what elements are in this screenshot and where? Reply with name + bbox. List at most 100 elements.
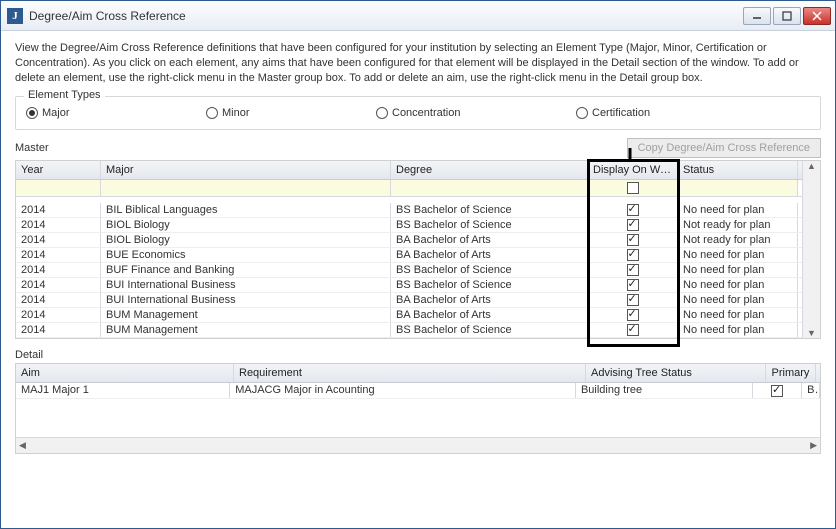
cell-display[interactable] — [588, 263, 678, 277]
cell-degree: BA Bachelor of Arts — [391, 293, 588, 307]
col-major[interactable]: Major — [101, 161, 391, 179]
element-types-group: Element Types Major Minor Concentration … — [15, 96, 821, 130]
cell-status: No need for plan — [678, 248, 798, 262]
scroll-left-icon[interactable]: ◀ — [19, 440, 26, 451]
cell-display[interactable] — [588, 323, 678, 337]
radio-minor[interactable]: Minor — [206, 107, 376, 119]
titlebar: J Degree/Aim Cross Reference — [1, 1, 835, 31]
table-row[interactable]: 2014BIL Biblical LanguagesBS Bachelor of… — [16, 203, 820, 218]
intro-text: View the Degree/Aim Cross Reference defi… — [15, 41, 821, 86]
table-row[interactable]: 2014BUI International BusinessBA Bachelo… — [16, 293, 820, 308]
checkbox-icon — [627, 249, 639, 261]
filter-display[interactable] — [588, 180, 678, 196]
scroll-right-icon[interactable]: ▶ — [810, 440, 817, 451]
cell-degree: BS Bachelor of Science — [391, 203, 588, 217]
cell-display[interactable] — [588, 233, 678, 247]
col-aim[interactable]: Aim — [16, 364, 234, 382]
master-grid-filter — [16, 180, 820, 197]
col-primary[interactable]: Primary — [766, 364, 816, 382]
cell-status: No need for plan — [678, 323, 798, 337]
cell-aim: MAJ1 Major 1 — [16, 383, 230, 397]
checkbox-icon — [627, 234, 639, 246]
cell-year: 2014 — [16, 233, 101, 247]
cell-major: BUE Economics — [101, 248, 391, 262]
cell-major: BUF Finance and Banking — [101, 263, 391, 277]
table-row[interactable]: 2014BIOL BiologyBA Bachelor of ArtsNot r… — [16, 233, 820, 248]
close-button[interactable] — [803, 7, 831, 25]
detail-row[interactable]: MAJ1 Major 1 MAJACG Major in Acounting B… — [16, 383, 820, 398]
col-advising[interactable]: Advising Tree Status — [586, 364, 766, 382]
app-icon: J — [7, 8, 23, 24]
cell-extra: BU — [802, 383, 820, 397]
cell-degree: BS Bachelor of Science — [391, 323, 588, 337]
cell-major: BUM Management — [101, 308, 391, 322]
vertical-scrollbar[interactable]: ▲ ▼ — [802, 161, 820, 339]
master-grid: Year Major Degree Display On Web Status … — [15, 160, 821, 340]
cell-requirement: MAJACG Major in Acounting — [230, 383, 576, 397]
col-requirement[interactable]: Requirement — [234, 364, 586, 382]
filter-degree[interactable] — [391, 180, 588, 196]
cell-display[interactable] — [588, 308, 678, 322]
cell-year: 2014 — [16, 248, 101, 262]
radio-certification[interactable]: Certification — [576, 107, 650, 119]
cell-year: 2014 — [16, 278, 101, 292]
cell-year: 2014 — [16, 203, 101, 217]
radio-icon — [376, 107, 388, 119]
table-row[interactable]: 2014BUF Finance and BankingBS Bachelor o… — [16, 263, 820, 278]
cell-degree: BS Bachelor of Science — [391, 218, 588, 232]
checkbox-icon — [627, 294, 639, 306]
cell-display[interactable] — [588, 278, 678, 292]
scroll-down-icon[interactable]: ▼ — [807, 328, 816, 338]
table-row[interactable]: 2014BUI International BusinessBS Bachelo… — [16, 278, 820, 293]
table-row[interactable]: 2014BUE EconomicsBA Bachelor of Arts No n… — [16, 248, 820, 263]
window-title: Degree/Aim Cross Reference — [29, 9, 743, 23]
cell-advising: Building tree — [576, 383, 753, 397]
checkbox-icon[interactable] — [627, 182, 639, 194]
radio-concentration[interactable]: Concentration — [376, 107, 576, 119]
element-types-legend: Element Types — [24, 89, 105, 101]
cell-status: No need for plan — [678, 293, 798, 307]
col-display-on-web[interactable]: Display On Web — [588, 161, 678, 179]
cell-degree: BA Bachelor of Arts — [391, 233, 588, 247]
detail-grid: Aim Requirement Advising Tree Status Pri… — [15, 363, 821, 453]
maximize-button[interactable] — [773, 7, 801, 25]
scroll-up-icon[interactable]: ▲ — [807, 161, 816, 171]
checkbox-icon — [627, 309, 639, 321]
cell-year: 2014 — [16, 323, 101, 337]
cell-major: BIL Biblical Languages — [101, 203, 391, 217]
cell-display[interactable] — [588, 203, 678, 217]
table-row[interactable]: 2014BUM ManagementBA Bachelor of ArtsNo … — [16, 308, 820, 323]
col-year[interactable]: Year — [16, 161, 101, 179]
cell-degree: BA Bachelor of Arts — [391, 248, 588, 262]
checkbox-icon — [627, 279, 639, 291]
cell-display[interactable] — [588, 293, 678, 307]
cell-display[interactable] — [588, 218, 678, 232]
master-label: Master — [15, 142, 49, 154]
radio-major[interactable]: Major — [26, 107, 206, 119]
master-grid-header: Year Major Degree Display On Web Status — [16, 161, 820, 180]
filter-status[interactable] — [678, 180, 798, 196]
cell-degree: BA Bachelor of Arts — [391, 308, 588, 322]
cell-primary[interactable] — [753, 383, 802, 397]
copy-degree-aim-button[interactable]: Copy Degree/Aim Cross Reference — [627, 138, 821, 158]
filter-year[interactable] — [16, 180, 101, 196]
radio-icon — [26, 107, 38, 119]
table-row[interactable]: 2014BUM ManagementBS Bachelor of Science… — [16, 323, 820, 338]
cell-year: 2014 — [16, 308, 101, 322]
table-row[interactable]: 2014BIOL BiologyBS Bachelor of ScienceNo… — [16, 218, 820, 233]
cell-major: BIOL Biology — [101, 218, 391, 232]
detail-grid-header: Aim Requirement Advising Tree Status Pri… — [16, 364, 820, 383]
checkbox-icon — [627, 219, 639, 231]
radio-label: Minor — [222, 107, 250, 119]
horizontal-scrollbar[interactable]: ◀ ▶ — [16, 437, 820, 453]
cell-year: 2014 — [16, 293, 101, 307]
filter-major[interactable] — [101, 180, 391, 196]
cell-degree: BS Bachelor of Science — [391, 278, 588, 292]
minimize-button[interactable] — [743, 7, 771, 25]
col-status[interactable]: Status — [678, 161, 798, 179]
col-degree[interactable]: Degree — [391, 161, 588, 179]
detail-label: Detail — [15, 349, 821, 361]
cell-display[interactable] — [588, 248, 678, 262]
cell-degree: BS Bachelor of Science — [391, 263, 588, 277]
cell-major: BUI International Business — [101, 278, 391, 292]
